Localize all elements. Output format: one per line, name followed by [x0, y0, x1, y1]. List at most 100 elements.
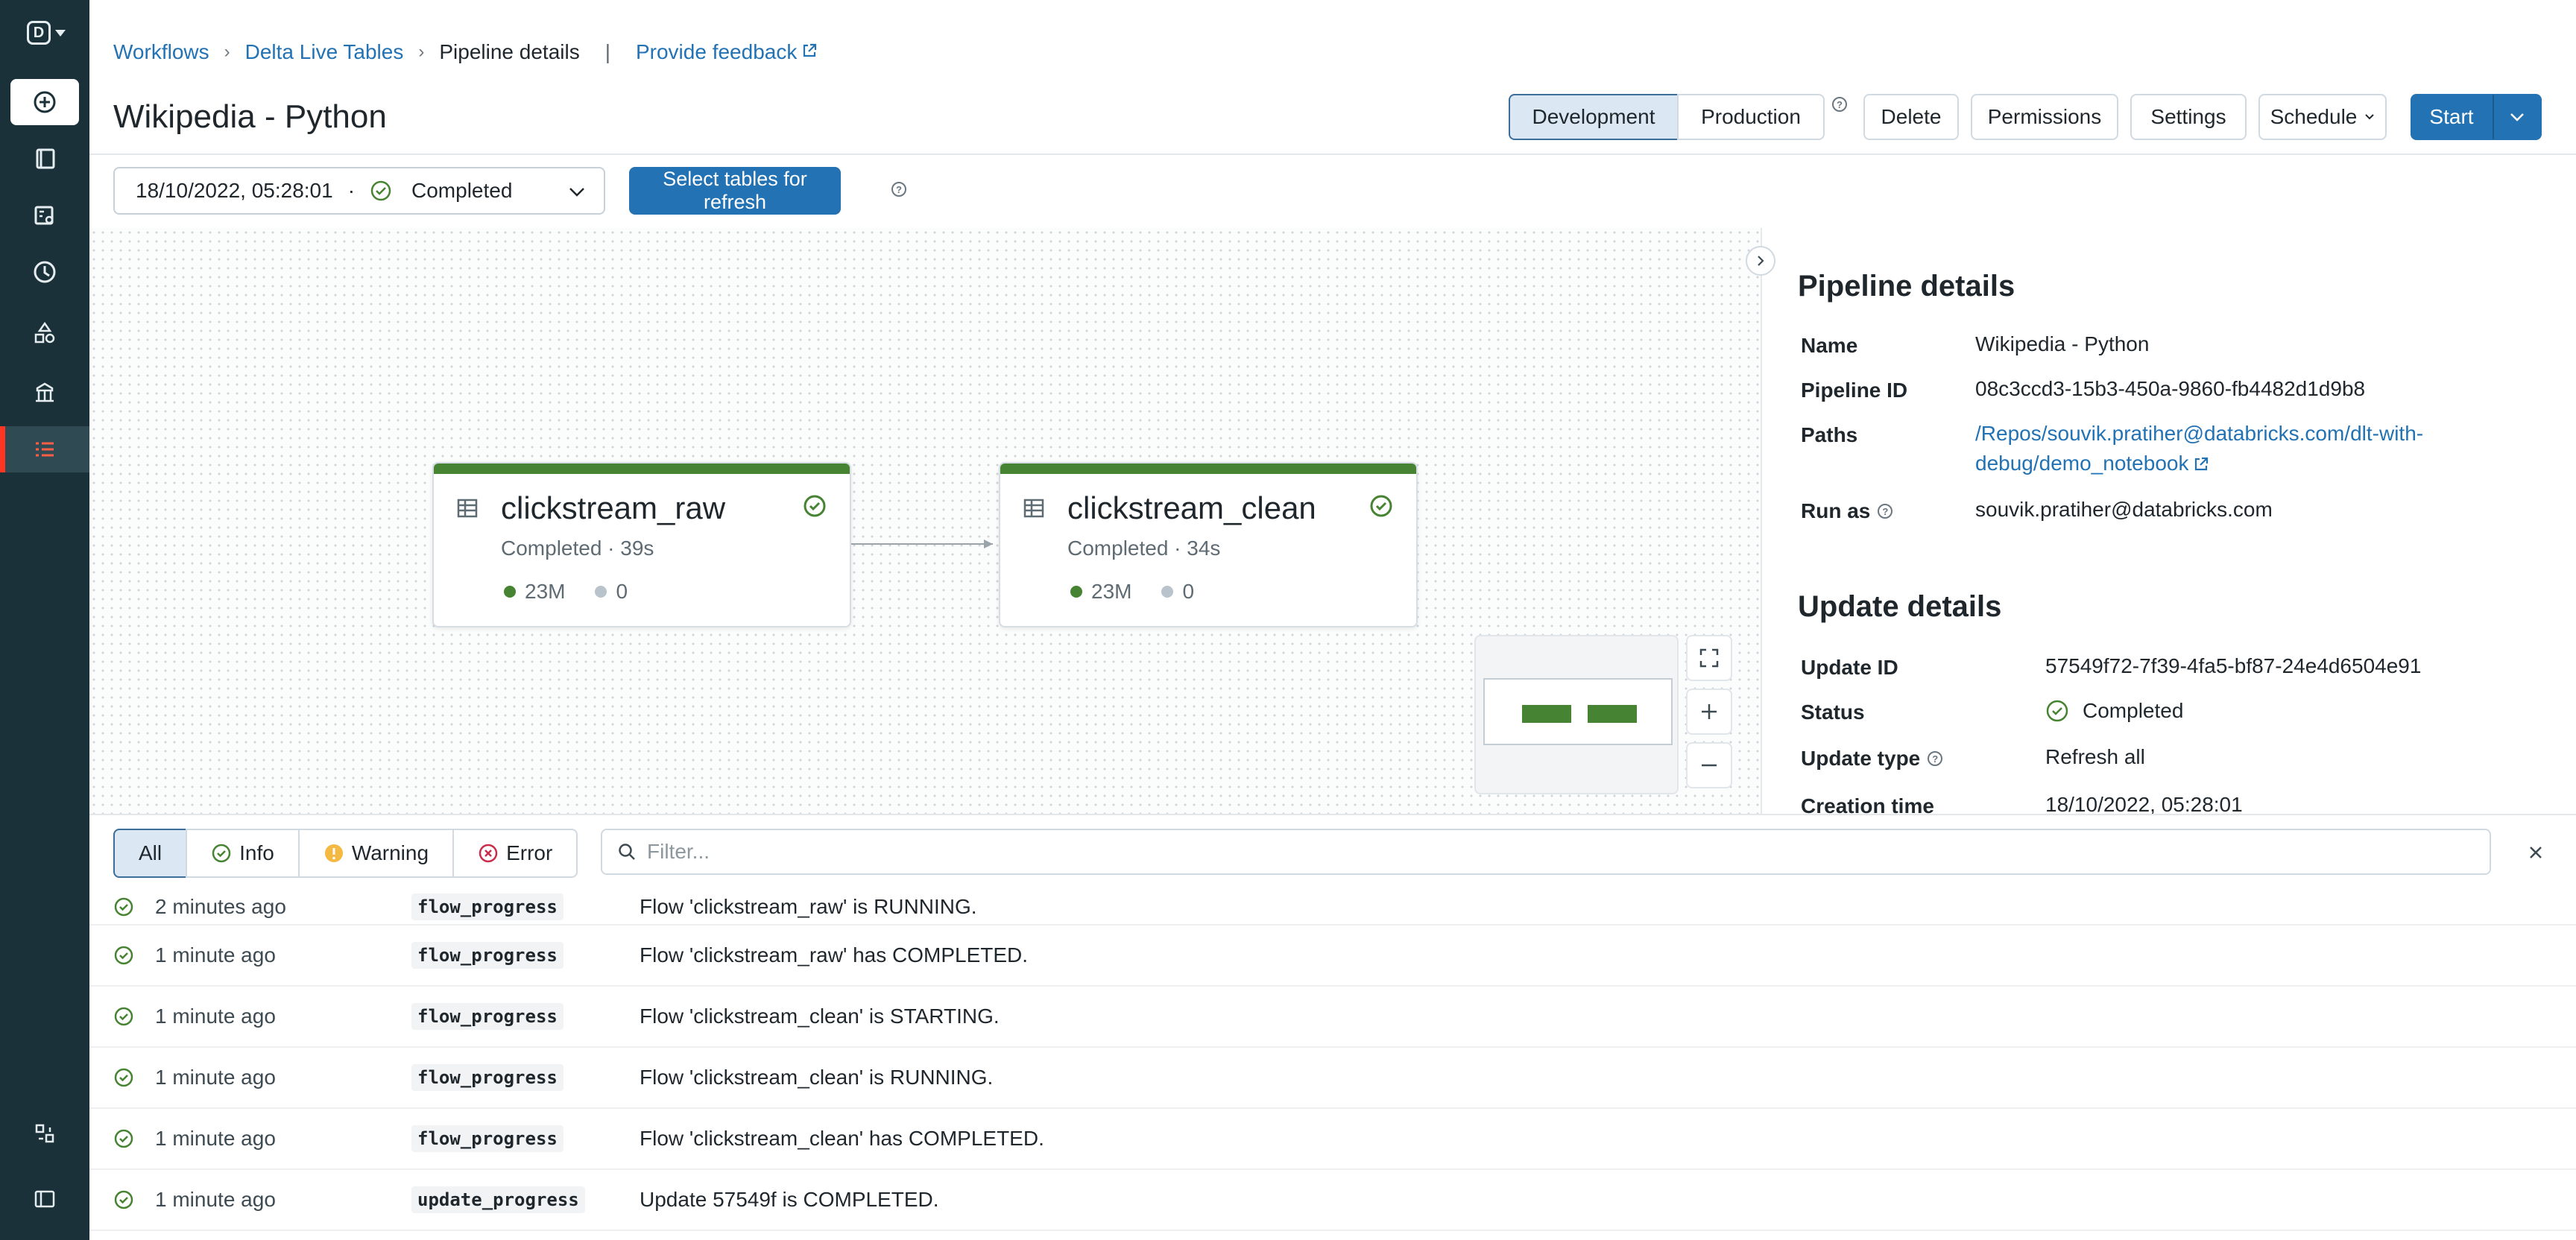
filter-all-button[interactable]: All	[113, 829, 188, 878]
check-circle-icon	[2046, 700, 2068, 722]
notebook-icon	[36, 148, 55, 169]
log-event-type: flow_progress	[411, 942, 564, 969]
log-row[interactable]: 1 minute ago flow_progress Flow 'clickst…	[89, 987, 2576, 1048]
clock-icon	[34, 261, 56, 283]
production-mode-button[interactable]: Production	[1677, 94, 1825, 140]
run-as-user: souvik.pratiher@databricks.com	[1975, 498, 2273, 521]
update-type-label: Update type	[1801, 747, 1921, 770]
start-button[interactable]: Start	[2411, 94, 2493, 140]
node-status: Completed · 39s	[501, 537, 654, 560]
run-as-label: Run as	[1801, 499, 1871, 522]
log-message: Flow 'clickstream_clean' has COMPLETED.	[640, 1127, 1044, 1150]
pipeline-path: /Repos/souvik.pratiher@databricks.com/dl…	[1975, 419, 2423, 478]
check-circle-icon	[114, 897, 133, 917]
compute-nav[interactable]	[10, 370, 79, 416]
delete-button[interactable]: Delete	[1863, 94, 1959, 140]
start-options-button[interactable]	[2493, 94, 2542, 140]
creation-time-label: Creation time	[1801, 794, 1934, 814]
plus-icon	[1702, 704, 1717, 719]
node-name: clickstream_raw	[501, 490, 726, 525]
new-button[interactable]	[10, 79, 79, 125]
update-id-label: Update ID	[1801, 656, 1898, 679]
log-time: 1 minute ago	[155, 1066, 276, 1089]
event-log-panel: All Info Warning Error 2 minutes ago flo…	[89, 814, 2576, 1240]
repos-nav[interactable]	[10, 192, 79, 238]
workspace-switcher[interactable]: D	[27, 19, 69, 46]
workspace-nav[interactable]	[10, 136, 79, 182]
schedule-button[interactable]: Schedule	[2258, 94, 2387, 140]
provide-feedback-link[interactable]: Provide feedback	[636, 40, 818, 64]
log-event-type: flow_progress	[411, 1003, 564, 1030]
pipeline-graph-canvas[interactable]: clickstream_raw Completed · 39s 23M 0 cl…	[89, 228, 1761, 814]
help-icon[interactable]: ?	[1928, 751, 1943, 766]
help-icon[interactable]: ?	[891, 182, 906, 197]
partner-connect-nav[interactable]	[10, 1110, 79, 1157]
chevron-down-icon	[2510, 113, 2524, 121]
breadcrumb-current: Pipeline details	[439, 40, 580, 63]
workflows-nav[interactable]	[0, 426, 89, 472]
log-level-filter: All Info Warning Error	[113, 829, 578, 878]
minimap-viewport[interactable]	[1483, 678, 1673, 745]
graph-node-clickstream-raw[interactable]: clickstream_raw Completed · 39s 23M 0	[432, 462, 851, 627]
zoom-in-button[interactable]	[1686, 689, 1732, 735]
shapes-icon	[34, 321, 55, 344]
log-row[interactable]: 1 minute ago flow_progress Flow 'clickst…	[89, 1109, 2576, 1170]
pipeline-details-heading: Pipeline details	[1798, 270, 2015, 303]
sidebar-toggle-icon	[34, 1190, 55, 1208]
log-message: Flow 'clickstream_clean' is RUNNING.	[640, 1066, 994, 1089]
filter-error-button[interactable]: Error	[452, 829, 578, 878]
data-nav[interactable]	[10, 310, 79, 356]
log-row[interactable]: 2 minutes ago flow_progress Flow 'clicks…	[89, 890, 2576, 926]
recents-nav[interactable]	[10, 249, 79, 295]
zoom-out-button[interactable]	[1686, 742, 1732, 788]
log-row[interactable]: 1 minute ago flow_progress Flow 'clickst…	[89, 926, 2576, 987]
close-log-panel-button[interactable]	[2521, 838, 2551, 867]
permissions-button[interactable]: Permissions	[1971, 94, 2118, 140]
graph-node-clickstream-clean[interactable]: clickstream_clean Completed · 34s 23M 0	[999, 462, 1418, 627]
run-status: Completed	[411, 179, 513, 202]
rows-dropped: 0	[1182, 580, 1195, 603]
settings-button[interactable]: Settings	[2130, 94, 2247, 140]
paths-label: Paths	[1801, 423, 1858, 446]
collapse-menu-nav[interactable]	[10, 1176, 79, 1222]
log-row[interactable]: 1 minute ago flow_progress Flow 'clickst…	[89, 1048, 2576, 1109]
dropped-dot	[595, 586, 607, 598]
filter-info-label: Info	[239, 841, 274, 864]
run-separator: ·	[347, 179, 356, 202]
update-run-select[interactable]: 18/10/2022, 05:28:01 · Completed	[113, 167, 605, 215]
search-icon	[619, 844, 635, 860]
help-icon[interactable]: ?	[1832, 97, 1847, 112]
filter-warning-button[interactable]: Warning	[297, 829, 455, 878]
check-circle-icon	[114, 1007, 133, 1026]
notebook-path-link[interactable]: /Repos/souvik.pratiher@databricks.com/dl…	[1975, 422, 2423, 475]
update-id: 57549f72-7f39-4fa5-bf87-24e4d6504e91	[2045, 654, 2422, 677]
fit-view-button[interactable]	[1686, 635, 1732, 681]
select-tables-for-refresh-button[interactable]: Select tables for refresh	[629, 167, 841, 215]
filter-error-label: Error	[506, 841, 553, 864]
filter-warning-label: Warning	[351, 841, 429, 864]
check-circle-icon	[114, 1129, 133, 1148]
development-mode-button[interactable]: Development	[1509, 94, 1679, 140]
collapse-panel-button[interactable]	[1746, 246, 1775, 276]
log-time: 1 minute ago	[155, 943, 276, 967]
breadcrumb-delta-live-tables[interactable]: Delta Live Tables	[245, 40, 404, 64]
log-row[interactable]: 1 minute ago update_progress Update 5754…	[89, 1170, 2576, 1231]
left-navigation-rail: D	[0, 0, 89, 1240]
breadcrumb-workflows[interactable]: Workflows	[113, 40, 209, 64]
repo-icon	[34, 206, 54, 225]
update-details-heading: Update details	[1798, 590, 2002, 623]
node-metrics: 23M 0	[1070, 580, 1194, 604]
log-filter-field[interactable]	[601, 829, 2491, 875]
log-event-type: flow_progress	[411, 1125, 564, 1152]
rows-written: 23M	[525, 580, 566, 603]
breadcrumb: Workflows › Delta Live Tables › Pipeline…	[113, 40, 818, 64]
path-line-2: debug/demo_notebook	[1975, 452, 2189, 475]
external-link-icon	[801, 40, 818, 64]
help-icon[interactable]: ?	[1878, 504, 1893, 519]
graph-minimap[interactable]	[1474, 635, 1679, 794]
provide-feedback-label: Provide feedback	[635, 40, 798, 63]
node-metrics: 23M 0	[504, 580, 628, 604]
filter-info-button[interactable]: Info	[186, 829, 300, 878]
chevron-down-icon	[569, 188, 584, 197]
log-filter-input[interactable]	[647, 840, 2436, 864]
